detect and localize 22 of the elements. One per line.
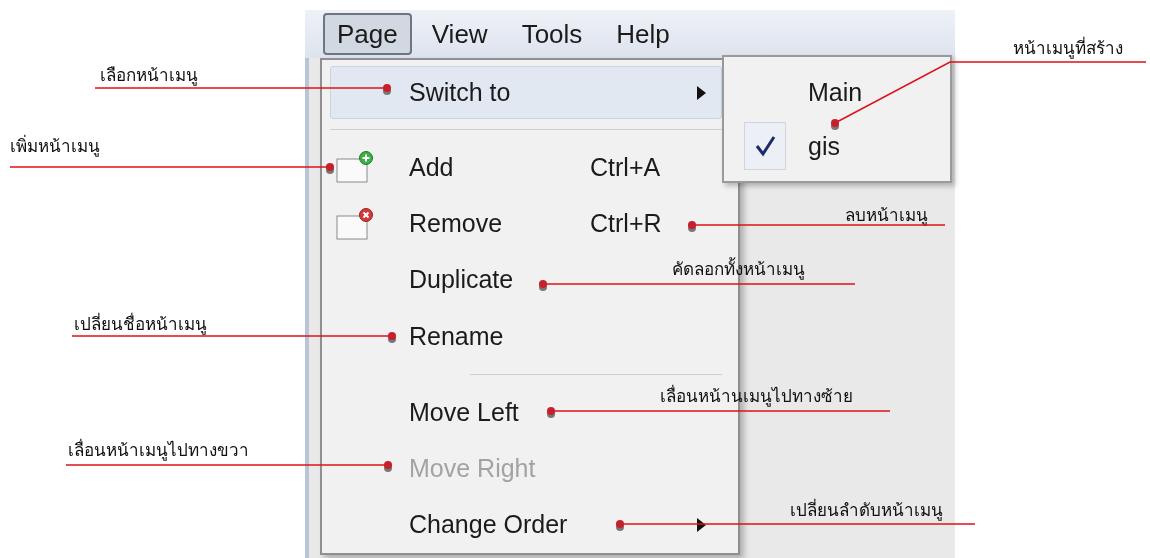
- annotation-label: คัดลอกทั้งหน้าเมนู: [672, 257, 805, 281]
- annotation-label: เปลี่ยนชื่อหน้าเมนู: [74, 312, 207, 336]
- menu-item[interactable]: Change Order: [330, 496, 722, 554]
- annotation-label: เลือกหน้าเมนู: [100, 64, 198, 87]
- submenu-item[interactable]: gis: [724, 119, 950, 173]
- submenu-item[interactable]: Main: [724, 65, 950, 119]
- annotation-label: ลบหน้าเมนู: [845, 204, 928, 227]
- menu-bar-item[interactable]: Help: [602, 13, 684, 55]
- menu-bar-item[interactable]: View: [417, 13, 502, 55]
- menu-item[interactable]: Switch to: [330, 66, 722, 120]
- annotation-label: เพิ่มหน้าเมนู: [10, 134, 100, 158]
- menu-item[interactable]: Rename: [330, 308, 722, 365]
- menu-bar-item[interactable]: Tools: [507, 13, 597, 55]
- annotation-label: หน้าเมนูที่สร้าง: [1013, 36, 1123, 60]
- menu-bar-item[interactable]: Page: [323, 13, 412, 55]
- menu-item[interactable]: Remove Ctrl+R: [330, 195, 722, 252]
- annotation-label: เลื่อนหน้านเมนูไปทางซ้าย: [660, 384, 853, 408]
- annotation-label: เปลี่ยนลำดับหน้าเมนู: [790, 498, 943, 522]
- menu-item[interactable]: Add Ctrl+A: [330, 139, 722, 196]
- window-plus-icon: [335, 150, 375, 185]
- window-x-icon: [335, 206, 375, 241]
- annotation-label: เลื่อนหน้าเมนูไปทางขวา: [68, 438, 249, 462]
